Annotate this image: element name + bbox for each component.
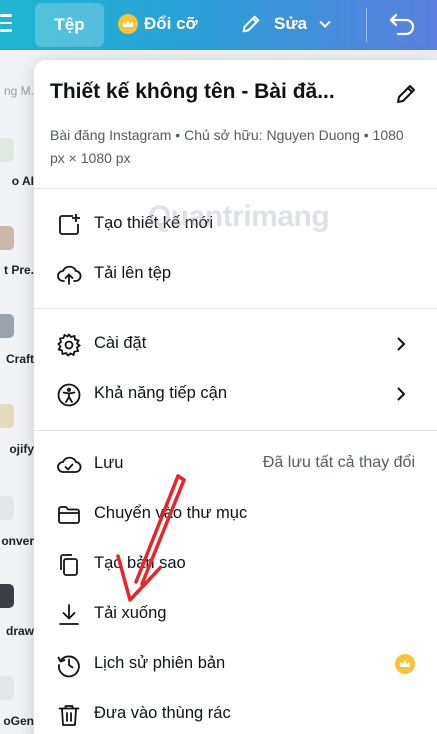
sidebar-item-label: oGen (3, 714, 34, 728)
trash-icon (58, 705, 80, 726)
crown-icon (395, 654, 415, 674)
menu-item-trash[interactable]: Đưa vào thùng rác (34, 692, 437, 734)
design-meta: Bài đăng Instagram • Chủ sở hữu: Nguyen … (50, 127, 404, 166)
app-thumbnail (0, 226, 14, 250)
edit-button[interactable]: Sửa (240, 10, 345, 38)
sidebar-item-label: o AI (11, 174, 34, 188)
menu-item-download[interactable]: Tải xuống (34, 592, 437, 636)
menu-item-move-folder[interactable]: Chuyển vào thư mục (34, 492, 437, 536)
sidebar-item-label: ng M. (3, 84, 34, 98)
resize-label: Đổi cỡ (144, 14, 198, 33)
pencil-icon (397, 85, 415, 103)
new-design-icon (59, 214, 80, 235)
divider (34, 430, 437, 431)
watermark: Quantrimang (148, 200, 330, 233)
save-status: Đã lưu tất cả thay đổi (262, 454, 415, 471)
divider (34, 188, 437, 189)
chevron-right-icon (397, 337, 406, 351)
app-thumbnail (0, 404, 14, 428)
pencil-icon (242, 15, 260, 33)
divider (34, 308, 437, 309)
chevron-down-icon (319, 20, 331, 28)
design-title[interactable]: Thiết kế không tên - Bài đă... (50, 80, 422, 104)
menu-item-label: Đưa vào thùng rác (94, 704, 231, 722)
annotation-arrow (116, 474, 186, 602)
file-menu-button[interactable]: Tệp (35, 3, 104, 47)
app-thumbnail (0, 584, 14, 608)
sidebar-item-label: onver (1, 534, 34, 548)
sidebar-item-label: ojify (9, 442, 34, 456)
menu-item-save[interactable]: Lưu Đã lưu tất cả thay đổi (34, 442, 437, 486)
menu-item-upload[interactable]: Tải lên tệp (34, 252, 437, 296)
gear-icon (57, 333, 81, 357)
copy-icon (60, 554, 78, 576)
app-thumbnail (0, 314, 14, 338)
menu-item-label: Tải lên tệp (94, 264, 172, 282)
menu-item-accessibility[interactable]: Khả năng tiếp cận (34, 372, 437, 416)
rename-button[interactable] (394, 82, 418, 111)
history-icon (57, 655, 80, 678)
sidebar-item-label: draw (5, 624, 34, 638)
menu-item-label: Khả năng tiếp cận (94, 384, 228, 402)
app-thumbnail (0, 496, 14, 520)
design-title-row: Thiết kế không tên - Bài đă... (50, 80, 422, 112)
sidebar-item-label: t Pre. (3, 263, 34, 277)
crown-icon (118, 14, 138, 34)
toolbar-divider (366, 8, 367, 42)
app-thumbnail (0, 676, 14, 700)
menu-item-label: Cài đặt (94, 334, 147, 352)
menu-item-version-history[interactable]: Lịch sử phiên bản (34, 642, 437, 686)
chevron-right-icon (397, 387, 406, 401)
accessibility-icon (57, 383, 81, 407)
resize-button[interactable]: Đổi cỡ (118, 12, 198, 36)
file-menu-panel: Thiết kế không tên - Bài đă... Bài đăng … (34, 60, 437, 734)
menu-item-copy[interactable]: Tạo bản sao (34, 542, 437, 586)
top-toolbar: Tệp Đổi cỡ Sửa (0, 0, 437, 50)
menu-item-label: Lịch sử phiên bản (94, 654, 226, 672)
cloud-check-icon (57, 456, 82, 473)
sidebar-item-label: Craft (5, 352, 34, 366)
undo-icon (389, 13, 415, 36)
menu-icon[interactable] (0, 14, 12, 34)
file-menu-label: Tệp (54, 15, 85, 34)
menu-item-settings[interactable]: Cài đặt (34, 322, 437, 366)
cloud-upload-icon (57, 265, 82, 285)
folder-icon (58, 506, 80, 524)
download-icon (59, 604, 79, 625)
edit-label: Sửa (274, 14, 308, 33)
undo-button[interactable] (388, 11, 416, 42)
app-thumbnail (0, 138, 14, 162)
